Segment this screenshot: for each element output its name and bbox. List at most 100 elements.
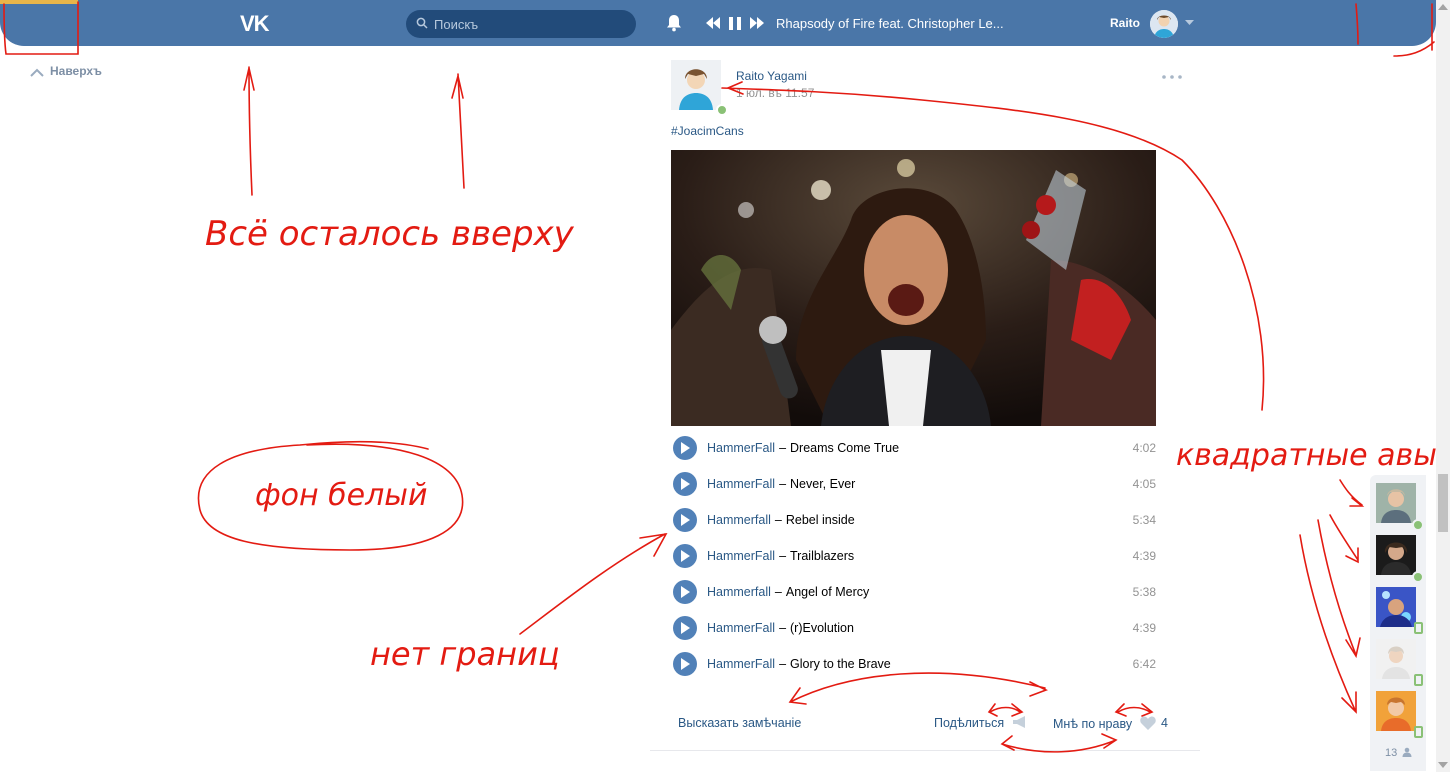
top-header: VK Rhapsody of Fire feat. Christopher Le… — [0, 0, 1436, 46]
track-duration: 5:34 — [1132, 513, 1156, 527]
audio-track[interactable]: HammerFall – Trailblazers 4:39 — [671, 538, 1176, 574]
chevron-down-icon[interactable] — [1185, 20, 1194, 26]
play-icon — [681, 514, 690, 526]
post-author-avatar[interactable] — [671, 60, 721, 110]
friends-count-button[interactable]: 13 — [1385, 747, 1412, 759]
post-hashtag[interactable]: #JoacimCans — [671, 124, 744, 138]
track-title: (r)Evolution — [790, 621, 854, 635]
post-photo[interactable] — [671, 150, 1156, 426]
track-artist[interactable]: Hammerfall — [707, 513, 771, 527]
scroll-down-arrow-icon[interactable] — [1438, 762, 1448, 768]
scroll-to-top-label: Наверхъ — [50, 64, 102, 78]
track-artist[interactable]: HammerFall — [707, 621, 775, 635]
friend-avatar[interactable] — [1376, 535, 1416, 575]
bell-icon[interactable] — [666, 14, 682, 32]
vk-logo[interactable]: VK — [240, 11, 270, 37]
annotation-arrow — [1299, 534, 1357, 714]
previous-track-icon[interactable] — [706, 17, 720, 29]
audio-track[interactable]: HammerFall – Never, Ever 4:05 — [671, 466, 1176, 502]
share-label: Подѣлиться — [934, 716, 1005, 730]
next-track-icon[interactable] — [750, 17, 764, 29]
track-artist[interactable]: HammerFall — [707, 549, 775, 563]
search-input[interactable] — [434, 10, 624, 38]
now-playing-track[interactable]: Rhapsody of Fire feat. Christopher Le... — [776, 16, 1004, 31]
track-separator: – — [779, 621, 787, 635]
track-title: Dreams Come True — [790, 441, 900, 455]
track-title: Angel of Mercy — [785, 585, 870, 599]
audio-track[interactable]: HammerFall – Dreams Come True 4:02 — [671, 430, 1176, 466]
play-icon — [681, 622, 690, 634]
annotation-top-note: Всё осталось вверху — [205, 214, 575, 254]
scroll-to-top-button[interactable]: Наверхъ — [30, 64, 102, 78]
mobile-status-icon — [1414, 726, 1423, 738]
track-duration: 4:39 — [1132, 549, 1156, 563]
annotation-border-note: нет границ — [370, 635, 560, 673]
friend-avatar[interactable] — [1376, 587, 1416, 627]
scroll-up-arrow-icon[interactable] — [1438, 4, 1448, 10]
annotation-arrow — [519, 532, 668, 635]
online-status-dot — [1412, 519, 1424, 531]
track-duration: 5:38 — [1132, 585, 1156, 599]
heart-icon — [1139, 716, 1156, 730]
track-artist[interactable]: HammerFall — [707, 657, 775, 671]
play-icon — [681, 550, 690, 562]
play-button[interactable] — [673, 652, 697, 676]
online-status-dot — [716, 104, 728, 116]
track-duration: 4:39 — [1132, 621, 1156, 635]
friends-count: 13 — [1385, 747, 1398, 759]
friend-avatar[interactable] — [1376, 691, 1416, 731]
track-duration: 6:42 — [1132, 657, 1156, 671]
friend-avatar[interactable] — [1376, 483, 1416, 523]
play-icon — [681, 478, 690, 490]
annotation-arrow — [1317, 519, 1361, 659]
like-button[interactable]: Мнѣ по нраву — [1053, 716, 1156, 731]
play-button[interactable] — [673, 580, 697, 604]
vertical-scrollbar[interactable] — [1436, 0, 1450, 772]
audio-track[interactable]: Hammerfall – Rebel inside 5:34 — [671, 502, 1176, 538]
comment-button[interactable]: Высказать замѣчаніе — [678, 716, 801, 730]
track-separator: – — [779, 549, 787, 563]
track-artist[interactable]: Hammerfall — [707, 585, 771, 599]
track-title: Never, Ever — [790, 477, 856, 491]
audio-track[interactable]: HammerFall – (r)Evolution 4:39 — [671, 610, 1176, 646]
search-box[interactable] — [406, 10, 636, 38]
online-friends-panel: 13 — [1370, 475, 1426, 771]
track-title: Glory to the Brave — [790, 657, 891, 671]
mobile-status-icon — [1414, 622, 1423, 634]
more-options-icon[interactable] — [1162, 75, 1182, 79]
annotation-avatars-note: квадратные авы — [1176, 438, 1437, 473]
track-duration: 4:02 — [1132, 441, 1156, 455]
play-button[interactable] — [673, 436, 697, 460]
play-icon — [681, 586, 690, 598]
play-button[interactable] — [673, 508, 697, 532]
play-button[interactable] — [673, 616, 697, 640]
annotation-arrow — [451, 73, 465, 189]
track-separator: – — [779, 477, 787, 491]
user-icon — [1402, 747, 1412, 757]
audio-track[interactable]: Hammerfall – Angel of Mercy 5:38 — [671, 574, 1176, 610]
scrollbar-thumb[interactable] — [1438, 474, 1448, 532]
current-user-avatar[interactable] — [1150, 10, 1178, 38]
audio-track[interactable]: HammerFall – Glory to the Brave 6:42 — [671, 646, 1176, 682]
post-author-name[interactable]: Raito Yagami — [736, 69, 807, 83]
share-button[interactable]: Подѣлиться — [934, 716, 1028, 730]
megaphone-icon — [1012, 716, 1025, 728]
play-icon — [681, 442, 690, 454]
track-title: Trailblazers — [790, 549, 855, 563]
track-artist[interactable]: HammerFall — [707, 477, 775, 491]
track-separator: – — [779, 657, 787, 671]
pause-icon[interactable] — [729, 17, 741, 30]
annotation-arrow — [1329, 514, 1359, 564]
play-button[interactable] — [673, 472, 697, 496]
track-artist[interactable]: HammerFall — [707, 441, 775, 455]
online-status-dot — [1412, 571, 1424, 583]
post-date[interactable]: 1 юл. въ 11:57 — [736, 86, 814, 100]
like-count: 4 — [1161, 716, 1168, 730]
play-button[interactable] — [673, 544, 697, 568]
track-separator: – — [779, 441, 787, 455]
mobile-status-icon — [1414, 674, 1423, 686]
friend-avatar[interactable] — [1376, 639, 1416, 679]
current-user-name[interactable]: Raito — [1110, 16, 1140, 30]
track-separator: – — [774, 585, 782, 599]
annotation-arrow — [1339, 479, 1365, 507]
